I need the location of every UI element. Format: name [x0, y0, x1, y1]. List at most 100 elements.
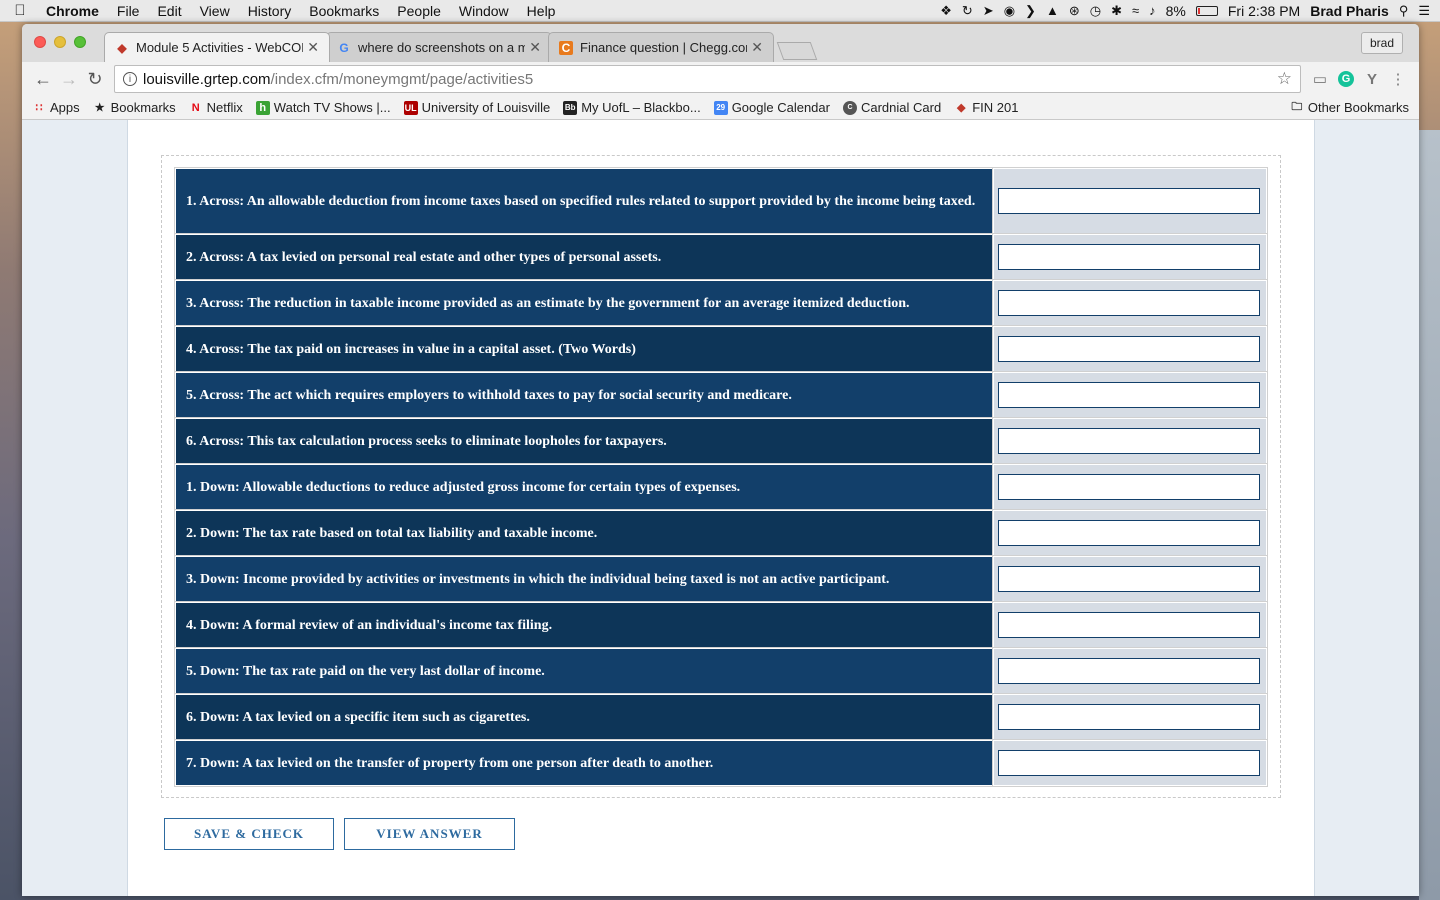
tab-title: where do screenshots on a ma — [358, 40, 526, 55]
time-machine-icon[interactable]: ◷ — [1090, 3, 1101, 19]
bookmark-cardinal-card[interactable]: C Cardnial Card — [842, 100, 942, 115]
question-row: 2. Down: The tax rate based on total tax… — [174, 509, 1268, 557]
answer-cell — [992, 693, 1268, 741]
wifi-icon[interactable]: ≈ — [1132, 3, 1139, 18]
question-text: 4. Across: The tax paid on increases in … — [174, 325, 994, 373]
info-icon[interactable]: i — [123, 72, 137, 86]
menu-app-chrome[interactable]: Chrome — [40, 3, 108, 19]
answer-input[interactable] — [998, 704, 1260, 730]
notification-center-icon[interactable]: ☰ — [1418, 3, 1430, 19]
bookmark-blackboard[interactable]: Bb My UofL – Blackbo... — [563, 100, 701, 115]
uofl-icon: UL — [403, 100, 418, 115]
dropbox-icon[interactable]: ❖ — [940, 3, 952, 19]
profile-button[interactable]: brad — [1360, 32, 1403, 54]
answer-cell — [992, 739, 1268, 787]
grammarly-icon[interactable]: G — [1333, 66, 1359, 92]
menu-bar:  Chrome File Edit View History Bookmark… — [0, 0, 1440, 22]
answer-input[interactable] — [998, 382, 1260, 408]
question-text: 3. Down: Income provided by activities o… — [174, 555, 994, 603]
circle-icon[interactable]: ◉ — [1004, 3, 1015, 19]
question-row: 6. Down: A tax levied on a specific item… — [174, 693, 1268, 741]
window-controls — [34, 36, 86, 48]
bookmark-netflix[interactable]: N Netflix — [189, 100, 243, 115]
url-path: /index.cfm/moneymgmt/page/activities5 — [270, 70, 534, 88]
answer-input[interactable] — [998, 244, 1260, 270]
answer-input[interactable] — [998, 612, 1260, 638]
question-row: 5. Down: The tax rate paid on the very l… — [174, 647, 1268, 695]
spotlight-search-icon[interactable]: ⚲ — [1399, 3, 1409, 19]
menu-people[interactable]: People — [388, 3, 450, 19]
answer-input[interactable] — [998, 566, 1260, 592]
answer-cell — [992, 167, 1268, 235]
tab-google-search[interactable]: G where do screenshots on a ma ✕ — [326, 32, 552, 62]
url-host: louisville.grtep.com — [143, 70, 271, 88]
minimize-window-button[interactable] — [54, 36, 66, 48]
view-answer-button[interactable]: VIEW ANSWER — [344, 818, 515, 850]
tab-chegg[interactable]: C Finance question | Chegg.com ✕ — [548, 32, 774, 62]
apple-menu-icon[interactable]:  — [0, 2, 40, 19]
bookmark-uofl[interactable]: UL University of Louisville — [403, 100, 550, 115]
zoom-window-button[interactable] — [74, 36, 86, 48]
menu-edit[interactable]: Edit — [148, 3, 190, 19]
battery-icon[interactable] — [1195, 5, 1218, 16]
bookmark-bookmarks[interactable]: ★ Bookmarks — [93, 100, 176, 115]
answer-input[interactable] — [998, 290, 1260, 316]
forward-arrow-icon[interactable]: → — [56, 66, 82, 92]
answer-cell — [992, 463, 1268, 511]
bookmark-apps[interactable]: ∷ Apps — [32, 100, 80, 115]
bookmark-fin-201[interactable]: ◆ FIN 201 — [954, 100, 1018, 115]
answer-input[interactable] — [998, 520, 1260, 546]
location-icon[interactable]: ➤ — [983, 3, 994, 19]
bookmark-star-icon[interactable]: ☆ — [1277, 69, 1292, 89]
reload-icon[interactable]: ↻ — [82, 66, 108, 92]
address-bar[interactable]: i louisville.grtep.com /index.cfm/moneym… — [114, 65, 1301, 93]
background-window — [1419, 130, 1440, 900]
save-and-check-button[interactable]: SAVE & CHECK — [164, 818, 334, 850]
close-tab-icon[interactable]: ✕ — [529, 39, 541, 56]
cast-icon[interactable]: ▭ — [1307, 66, 1333, 92]
tab-module-5-activities[interactable]: ◆ Module 5 Activities - WebCOM ✕ — [104, 32, 330, 62]
menu-window[interactable]: Window — [450, 3, 518, 19]
answer-cell — [992, 509, 1268, 557]
answer-cell — [992, 279, 1268, 327]
answer-cell — [992, 325, 1268, 373]
bluetooth-icon[interactable]: ✱ — [1111, 3, 1122, 19]
user-name[interactable]: Brad Pharis — [1310, 3, 1389, 19]
answer-input[interactable] — [998, 474, 1260, 500]
chrome-menu-icon[interactable]: ⋮ — [1385, 66, 1411, 92]
answer-input[interactable] — [998, 658, 1260, 684]
volume-icon[interactable]: ♪ — [1149, 3, 1156, 18]
answer-input[interactable] — [998, 188, 1260, 214]
menu-view[interactable]: View — [191, 3, 239, 19]
extension-y-icon[interactable]: Y — [1359, 66, 1385, 92]
folder-icon: 🗀 — [1291, 101, 1303, 113]
answer-input[interactable] — [998, 336, 1260, 362]
question-row: 3. Across: The reduction in taxable inco… — [174, 279, 1268, 327]
google-favicon-icon: G — [339, 40, 349, 55]
lock-icon[interactable]: ▲ — [1046, 3, 1059, 18]
menu-file[interactable]: File — [108, 3, 149, 19]
question-text: 3. Across: The reduction in taxable inco… — [174, 279, 994, 327]
bookmark-label: Cardnial Card — [860, 100, 942, 115]
hulu-icon: h — [255, 100, 270, 115]
question-text: 4. Down: A formal review of an individua… — [174, 601, 994, 649]
airplay-icon[interactable]: ⊛ — [1069, 3, 1080, 19]
answer-input[interactable] — [998, 750, 1260, 776]
close-tab-icon[interactable]: ✕ — [307, 39, 319, 56]
close-tab-icon[interactable]: ✕ — [751, 39, 763, 56]
answer-input[interactable] — [998, 428, 1260, 454]
clock[interactable]: Fri 2:38 PM — [1228, 3, 1300, 19]
tab-title: Finance question | Chegg.com — [580, 40, 748, 55]
other-bookmarks[interactable]: 🗀 Other Bookmarks — [1290, 100, 1409, 115]
back-arrow-icon[interactable]: ← — [30, 66, 56, 92]
bookmark-watch-tv[interactable]: h Watch TV Shows |... — [255, 100, 391, 115]
menu-help[interactable]: Help — [518, 3, 565, 19]
close-window-button[interactable] — [34, 36, 46, 48]
menu-history[interactable]: History — [239, 3, 301, 19]
menu-bookmarks[interactable]: Bookmarks — [300, 3, 388, 19]
question-row: 5. Across: The act which requires employ… — [174, 371, 1268, 419]
new-tab-button[interactable] — [776, 42, 818, 60]
chevron-icon[interactable]: ❯ — [1025, 3, 1036, 19]
sync-icon[interactable]: ↻ — [962, 3, 973, 19]
bookmark-google-calendar[interactable]: 29 Google Calendar — [713, 100, 830, 115]
